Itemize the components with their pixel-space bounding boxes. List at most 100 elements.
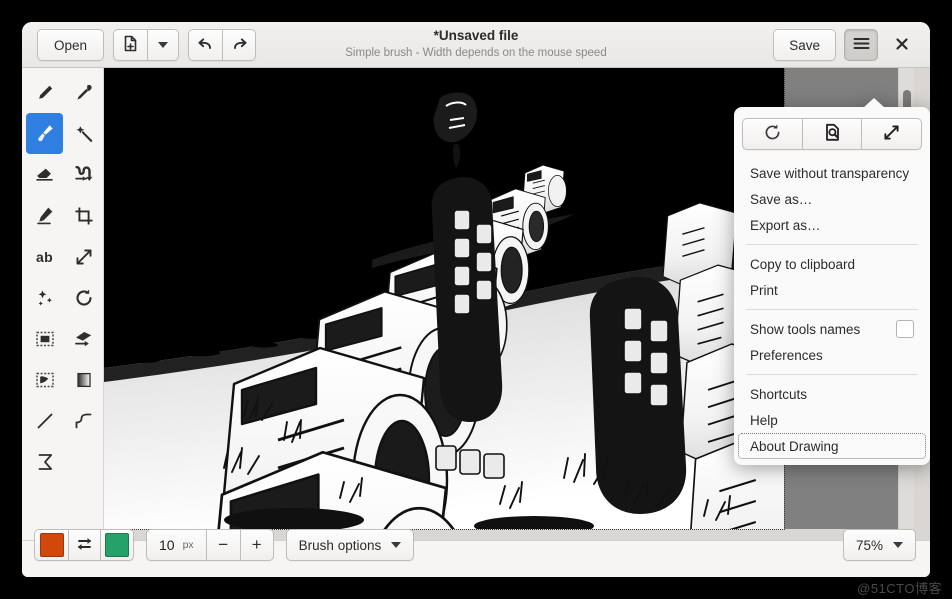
watermark: @51CTO博客 (857, 578, 942, 597)
redo-button[interactable] (222, 29, 256, 61)
main-menu-button[interactable] (844, 29, 878, 61)
brush-size-value: 10 (147, 537, 183, 553)
close-icon (895, 37, 909, 54)
bottom-right-controls: 75% (843, 529, 916, 561)
tool-rotate[interactable] (65, 277, 102, 318)
tool-highlighter[interactable] (26, 195, 63, 236)
menu-item-shortcuts[interactable]: Shortcuts (738, 381, 926, 407)
menu-item-label: Save as… (750, 192, 812, 207)
menu-item-label: Save without transparency (750, 166, 909, 181)
show-tools-names-checkbox[interactable] (896, 320, 914, 338)
brush-options-button[interactable]: Brush options (286, 529, 415, 561)
tool-brush[interactable] (26, 113, 63, 154)
open-button[interactable]: Open (37, 29, 104, 61)
swap-colors-button[interactable] (68, 529, 100, 561)
new-document-button[interactable] (113, 29, 147, 61)
header-bar: Open (22, 22, 930, 68)
menu-item-copy-to-clipboard[interactable]: Copy to clipboard (738, 251, 926, 277)
tool-text[interactable]: ab (26, 236, 63, 277)
tool-magic-wand[interactable] (65, 113, 102, 154)
brush-size-decrease-button[interactable]: − (206, 529, 240, 561)
tool-pencil[interactable] (26, 72, 63, 113)
tool-skew[interactable] (65, 318, 102, 359)
color-controls (34, 529, 134, 561)
tool-sparkle[interactable] (26, 277, 63, 318)
menu-item-help[interactable]: Help (738, 407, 926, 433)
text-icon: ab (36, 249, 53, 265)
menu-item-preferences[interactable]: Preferences (738, 342, 926, 368)
tool-eraser[interactable] (26, 154, 63, 195)
new-document-dropdown-button[interactable] (147, 29, 179, 61)
header-right-controls: Save (773, 29, 918, 61)
hamburger-menu-icon (853, 37, 870, 53)
menu-item-show-tools-names[interactable]: Show tools names (738, 316, 926, 342)
gradient-icon (74, 370, 94, 390)
reload-button[interactable] (742, 118, 802, 150)
document-preview-icon (823, 123, 842, 145)
redo-icon (230, 36, 249, 55)
popover-body: Save without transparency Save as… Expor… (734, 107, 930, 465)
menu-item-export-as[interactable]: Export as… (738, 212, 926, 238)
tool-paint-bucket[interactable] (65, 154, 102, 195)
open-button-label: Open (54, 38, 87, 53)
document-preview-button[interactable] (802, 118, 862, 150)
brush-size-unit: px (183, 539, 206, 551)
brush-size-field[interactable]: 10 px (146, 529, 206, 561)
main-color-swatch (40, 533, 64, 557)
rotate-icon (74, 288, 94, 308)
swap-colors-icon (76, 536, 94, 555)
tool-shape[interactable] (26, 441, 63, 482)
bottom-bar: 10 px − + Brush options 75 (22, 540, 930, 577)
menu-item-label: About Drawing (750, 439, 839, 454)
artboard[interactable] (104, 68, 784, 529)
artwork (104, 68, 784, 529)
undo-button[interactable] (188, 29, 222, 61)
brush-size-increase-button[interactable]: + (240, 529, 274, 561)
tool-crop[interactable] (65, 195, 102, 236)
menu-item-label: Copy to clipboard (750, 257, 855, 272)
undo-redo-group (188, 29, 256, 61)
menu-separator (746, 309, 918, 310)
minus-icon: − (218, 535, 228, 555)
fullscreen-button[interactable] (861, 118, 922, 150)
tool-line[interactable] (26, 400, 63, 441)
bottom-left-controls: 10 px − + Brush options (34, 529, 414, 561)
app-window: Open (22, 22, 930, 577)
brush-icon (34, 123, 55, 144)
chevron-down-icon (158, 42, 168, 48)
crop-icon (74, 206, 94, 226)
tool-rectangle-select[interactable] (26, 318, 63, 359)
menu-item-print[interactable]: Print (738, 277, 926, 303)
tools-grid: ab (22, 68, 104, 482)
tool-curve[interactable] (65, 400, 102, 441)
secondary-color-swatch (105, 533, 129, 557)
plus-icon: + (252, 535, 262, 555)
menu-item-label: Preferences (750, 348, 823, 363)
highlighter-icon (34, 205, 55, 226)
tool-scale[interactable] (65, 236, 102, 277)
zoom-level-button[interactable]: 75% (843, 529, 916, 561)
secondary-color-button[interactable] (100, 529, 134, 561)
tool-eyedropper[interactable] (65, 72, 102, 113)
menu-item-save-as[interactable]: Save as… (738, 186, 926, 212)
brush-options-label: Brush options (299, 538, 382, 553)
chevron-down-icon (893, 542, 903, 548)
tool-gradient[interactable] (65, 359, 102, 400)
free-select-icon (35, 370, 55, 390)
tool-free-select[interactable] (26, 359, 63, 400)
curve-icon (74, 411, 94, 431)
menu-item-about-drawing[interactable]: About Drawing (738, 433, 926, 459)
rectangle-select-icon (35, 329, 55, 349)
save-button-label: Save (789, 38, 820, 53)
zoom-level-label: 75% (856, 538, 883, 553)
new-document-group (113, 29, 179, 61)
pencil-icon (35, 83, 55, 103)
close-window-button[interactable] (886, 29, 918, 61)
save-button[interactable]: Save (773, 29, 836, 61)
reload-icon (763, 123, 782, 145)
menu-item-label: Show tools names (750, 322, 860, 337)
menu-item-label: Help (750, 413, 778, 428)
menu-item-label: Export as… (750, 218, 821, 233)
main-color-button[interactable] (34, 529, 68, 561)
menu-item-save-without-transparency[interactable]: Save without transparency (738, 160, 926, 186)
